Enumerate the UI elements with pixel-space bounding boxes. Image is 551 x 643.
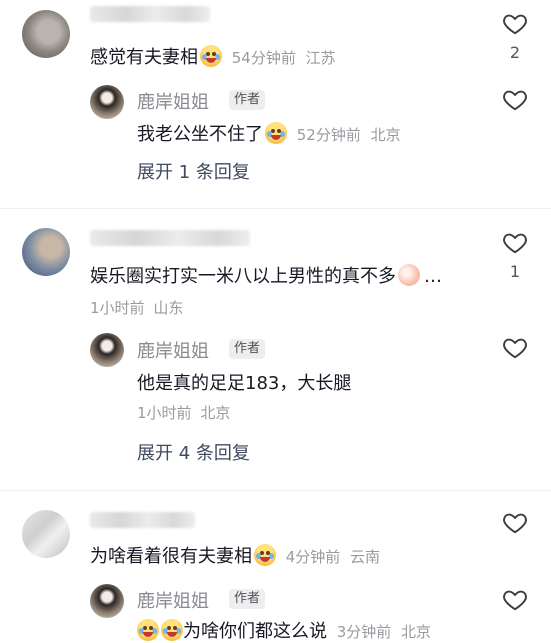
commenter-name-blurred[interactable] [90, 512, 195, 528]
like-count: 1 [509, 262, 521, 281]
comment-text: 娱乐圈实打实一米八以上男性的真不多… [90, 264, 442, 287]
crying-laughing-emoji-icon [200, 45, 222, 67]
comment-location: 江苏 [305, 49, 336, 67]
reply-text: 我老公坐不住了 52分钟前 北京 [137, 122, 401, 145]
commenter-avatar[interactable] [22, 228, 70, 276]
crying-laughing-emoji-icon [161, 619, 183, 641]
comment-time: 4分钟前 [285, 548, 341, 566]
reply-text: 为啥你们都这么说 3分钟前 北京 [137, 617, 431, 643]
reply-location: 北京 [401, 623, 432, 641]
comment-time: 1小时前 [90, 299, 145, 317]
like-heart-icon[interactable] [502, 11, 528, 37]
expand-replies-button[interactable]: 展开 4 条回复 [137, 439, 250, 465]
crying-laughing-emoji-icon [254, 544, 276, 566]
reply-location: 北京 [370, 126, 401, 144]
crying-laughing-emoji-icon [137, 619, 159, 641]
like-heart-icon[interactable] [502, 335, 528, 361]
divider [0, 208, 551, 209]
author-name[interactable]: 鹿岸姐姐 [137, 587, 209, 613]
peach-emoji-icon [398, 264, 420, 286]
comment-text: 感觉有夫妻相 54分钟前 江苏 [90, 45, 336, 68]
divider [0, 490, 551, 491]
reply-text: 他是真的足足183，大长腿 [137, 373, 352, 394]
reply-meta: 1小时前 北京 [137, 402, 230, 423]
author-name[interactable]: 鹿岸姐姐 [137, 337, 209, 363]
reply-time: 1小时前 [137, 404, 192, 422]
like-heart-icon[interactable] [502, 230, 528, 256]
author-avatar[interactable] [90, 333, 124, 367]
comment-location: 山东 [153, 299, 184, 317]
author-tag: 作者 [229, 589, 266, 609]
author-tag: 作者 [229, 90, 266, 110]
like-heart-icon[interactable] [502, 587, 528, 613]
reply-time: 3分钟前 [336, 623, 392, 641]
like-count: 2 [509, 43, 521, 62]
crying-laughing-emoji-icon [265, 122, 287, 144]
comment-location: 云南 [350, 548, 381, 566]
reply-time: 52分钟前 [296, 126, 361, 144]
like-heart-icon[interactable] [502, 87, 528, 113]
like-heart-icon[interactable] [502, 510, 528, 536]
reply-location: 北京 [200, 404, 231, 422]
author-avatar[interactable] [90, 85, 124, 119]
commenter-name-blurred[interactable] [90, 230, 250, 246]
author-tag: 作者 [229, 339, 266, 359]
commenter-avatar[interactable] [22, 510, 70, 558]
comment-text: 为啥看着很有夫妻相 4分钟前 云南 [90, 544, 381, 567]
comment-time: 54分钟前 [231, 49, 296, 67]
author-avatar[interactable] [90, 584, 124, 618]
author-name[interactable]: 鹿岸姐姐 [137, 88, 209, 114]
comment-meta: 1小时前 山东 [90, 297, 183, 318]
expand-replies-button[interactable]: 展开 1 条回复 [137, 158, 250, 184]
commenter-name-blurred[interactable] [90, 6, 210, 22]
commenter-avatar[interactable] [22, 10, 70, 58]
